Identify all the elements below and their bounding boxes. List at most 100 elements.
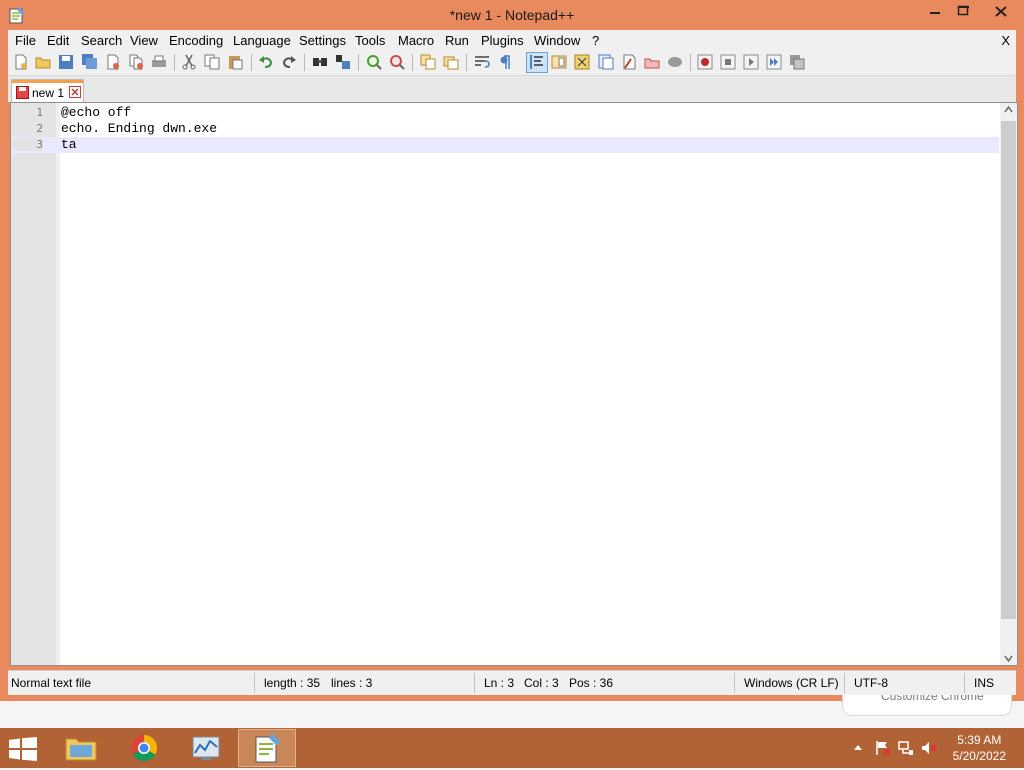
- copy-icon[interactable]: [204, 54, 220, 70]
- editor-area[interactable]: 1 @echo off 2 echo. Ending dwn.exe 3 ta: [10, 102, 1018, 666]
- scroll-down-icon[interactable]: [1004, 654, 1013, 663]
- menu-edit[interactable]: Edit: [47, 33, 69, 48]
- folder-workspace-icon[interactable]: [621, 54, 637, 70]
- replace-icon[interactable]: [335, 54, 351, 70]
- line-text[interactable]: ta: [61, 137, 77, 153]
- menu-search[interactable]: Search: [81, 33, 122, 48]
- line-text[interactable]: echo. Ending dwn.exe: [61, 121, 217, 137]
- menu-view[interactable]: View: [130, 33, 158, 48]
- maximize-button[interactable]: [948, 0, 978, 24]
- toolbar-separator: [466, 54, 467, 71]
- taskbar-performance-monitor[interactable]: [177, 729, 235, 767]
- line-number: 3: [11, 138, 43, 151]
- network-icon[interactable]: [898, 740, 914, 756]
- udl-icon[interactable]: [574, 54, 590, 70]
- start-windows-icon[interactable]: [8, 737, 38, 761]
- print-icon[interactable]: [151, 54, 167, 70]
- action-center-flag-icon[interactable]: [875, 740, 891, 756]
- toolbar-separator: [358, 54, 359, 71]
- close-document-button[interactable]: X: [1001, 33, 1010, 48]
- vertical-scrollbar[interactable]: [1000, 103, 1017, 665]
- editor-current-line[interactable]: 3 ta: [11, 137, 999, 153]
- menu-language[interactable]: Language: [233, 33, 291, 48]
- save-icon[interactable]: [58, 54, 74, 70]
- tab-new-1[interactable]: new 1: [11, 79, 84, 102]
- zoom-out-icon[interactable]: [389, 54, 405, 70]
- find-icon[interactable]: [312, 54, 328, 70]
- menu-file[interactable]: File: [15, 33, 36, 48]
- tab-bar: new 1: [8, 76, 1016, 102]
- status-separator: [844, 673, 845, 693]
- toolbar-separator: [251, 54, 252, 71]
- menu-macro[interactable]: Macro: [398, 33, 434, 48]
- play-macro-icon[interactable]: [743, 54, 759, 70]
- line-text[interactable]: @echo off: [61, 105, 131, 121]
- status-col: Col : 3: [524, 676, 559, 690]
- monitoring-icon[interactable]: [644, 54, 660, 70]
- editor-line[interactable]: 2 echo. Ending dwn.exe: [11, 121, 999, 137]
- taskbar-chrome[interactable]: [115, 729, 173, 767]
- scrollbar-thumb[interactable]: [1001, 121, 1016, 619]
- taskbar-notepadpp-active[interactable]: [238, 729, 296, 767]
- minimize-button[interactable]: [920, 0, 950, 24]
- taskbar-file-explorer[interactable]: [52, 729, 110, 767]
- function-list-icon[interactable]: [598, 54, 614, 70]
- notepadpp-icon: [255, 733, 281, 763]
- sync-horizontal-icon[interactable]: [443, 54, 459, 70]
- undo-icon[interactable]: [258, 54, 274, 70]
- scroll-up-icon[interactable]: [1004, 105, 1013, 114]
- status-insert-mode[interactable]: INS: [974, 676, 994, 690]
- status-eol-format[interactable]: Windows (CR LF): [744, 676, 839, 690]
- stop-macro-icon[interactable]: [720, 54, 736, 70]
- menu-encoding[interactable]: Encoding: [169, 33, 223, 48]
- status-file-type: Normal text file: [11, 676, 92, 690]
- chrome-customize-popup[interactable]: Customize Chrome: [842, 695, 1012, 716]
- show-all-chars-icon[interactable]: [497, 54, 513, 70]
- editor-line[interactable]: 1 @echo off: [11, 105, 999, 121]
- title-bar[interactable]: *new 1 - Notepad++: [0, 0, 1024, 30]
- show-hidden-icons-chevron-icon[interactable]: [850, 740, 866, 756]
- toolbar-separator: [690, 54, 691, 71]
- menu-tools[interactable]: Tools: [355, 33, 385, 48]
- window-title: *new 1 - Notepad++: [449, 7, 575, 23]
- word-wrap-icon[interactable]: [474, 54, 490, 70]
- folder-icon: [65, 738, 97, 761]
- close-file-icon[interactable]: [105, 54, 121, 70]
- toolbar-separator: [174, 54, 175, 71]
- monitoring-eye-icon[interactable]: [667, 54, 683, 70]
- status-separator: [964, 673, 965, 693]
- run-macro-multiple-icon[interactable]: [766, 54, 782, 70]
- volume-muted-icon[interactable]: [921, 740, 937, 756]
- close-all-icon[interactable]: [128, 54, 144, 70]
- line-number: 2: [36, 122, 43, 135]
- taskbar-clock[interactable]: 5:39 AM 5/20/2022: [953, 732, 1006, 764]
- close-icon: [995, 6, 1007, 17]
- open-file-icon[interactable]: [35, 54, 51, 70]
- maximize-icon: [957, 5, 969, 16]
- tab-close-icon[interactable]: [69, 86, 81, 98]
- indent-guide-icon[interactable]: [529, 54, 545, 70]
- status-encoding[interactable]: UTF-8: [854, 676, 888, 690]
- menu-settings[interactable]: Settings: [299, 33, 346, 48]
- doc-map-icon[interactable]: [551, 54, 567, 70]
- new-file-icon[interactable]: [13, 54, 29, 70]
- cut-icon[interactable]: [181, 54, 197, 70]
- paste-icon[interactable]: [227, 54, 243, 70]
- sync-vertical-icon[interactable]: [420, 54, 436, 70]
- tab-label: new 1: [32, 86, 65, 100]
- fold-margin[interactable]: [56, 103, 60, 665]
- line-number-gutter: [11, 103, 60, 665]
- save-macro-icon[interactable]: [789, 54, 805, 70]
- save-all-icon[interactable]: [82, 54, 98, 70]
- status-separator: [254, 673, 255, 693]
- record-macro-icon[interactable]: [697, 54, 713, 70]
- menu-run[interactable]: Run: [445, 33, 469, 48]
- menu-window[interactable]: Window: [534, 33, 580, 48]
- taskbar: 5:39 AM 5/20/2022: [0, 728, 1024, 768]
- menu-plugins[interactable]: Plugins: [481, 33, 524, 48]
- close-window-button[interactable]: [982, 0, 1020, 24]
- redo-icon[interactable]: [281, 54, 297, 70]
- zoom-in-icon[interactable]: [366, 54, 382, 70]
- menu-help[interactable]: ?: [592, 33, 599, 48]
- clock-time: 5:39 AM: [957, 733, 1002, 747]
